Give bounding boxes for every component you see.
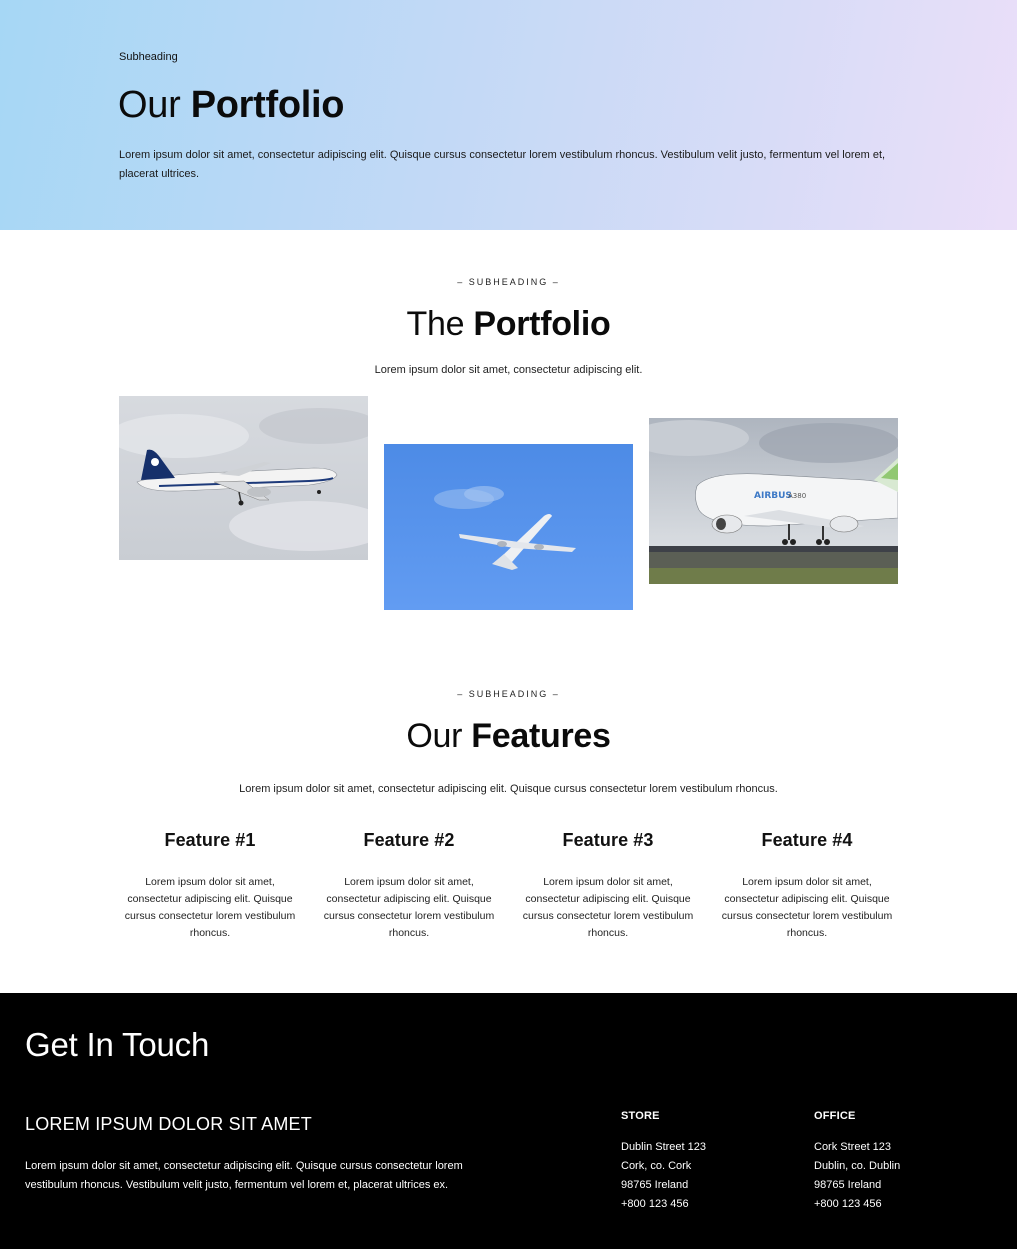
store-address: STORE Dublin Street 123 Cork, co. Cork 9… xyxy=(621,1110,801,1214)
store-line-city: Cork, co. Cork xyxy=(621,1160,692,1172)
portfolio-title: The Portfolio xyxy=(0,305,1017,344)
features-title: Our Features xyxy=(0,717,1017,756)
store-line-postcode: 98765 Ireland xyxy=(621,1179,689,1191)
footer-subtitle: LOREM IPSUM DOLOR SIT AMET xyxy=(25,1114,312,1134)
hero-subheading: Subheading xyxy=(119,51,178,63)
svg-text:A380: A380 xyxy=(788,492,806,500)
feature-title: Feature #3 xyxy=(562,830,654,850)
office-line-postcode: 98765 Ireland xyxy=(814,1179,882,1191)
office-label: OFFICE xyxy=(814,1110,856,1122)
hero-section: Subheading Our Portfolio Lorem ipsum dol… xyxy=(0,0,1017,230)
features-title-light: Our xyxy=(406,717,463,755)
features-kicker: – SUBHEADING – xyxy=(457,689,560,699)
footer-text: Lorem ipsum dolor sit amet, consectetur … xyxy=(25,1160,463,1191)
feature-text: Lorem ipsum dolor sit amet, consectetur … xyxy=(124,876,296,939)
store-line-phone[interactable]: +800 123 456 xyxy=(621,1195,801,1214)
hero-description: Lorem ipsum dolor sit amet, consectetur … xyxy=(119,149,886,180)
features-title-bold: Features xyxy=(471,717,611,755)
store-label: STORE xyxy=(621,1110,660,1122)
airplane-photo-1 xyxy=(119,396,368,560)
office-line-street: Cork Street 123 xyxy=(814,1141,892,1153)
hero-title-bold: Portfolio xyxy=(190,84,345,126)
feature-text: Lorem ipsum dolor sit amet, consectetur … xyxy=(522,876,694,939)
office-line-phone[interactable]: +800 123 456 xyxy=(814,1195,994,1214)
portfolio-image-1[interactable] xyxy=(119,396,368,560)
feature-text: Lorem ipsum dolor sit amet, consectetur … xyxy=(721,876,893,939)
portfolio-description: Lorem ipsum dolor sit amet, consectetur … xyxy=(374,364,643,376)
feature-card-2: Feature #2 Lorem ipsum dolor sit amet, c… xyxy=(319,830,499,942)
feature-title: Feature #4 xyxy=(761,830,853,850)
feature-title: Feature #2 xyxy=(363,830,455,850)
portfolio-title-light: The xyxy=(406,305,465,343)
office-line-city: Dublin, co. Dublin xyxy=(814,1160,901,1172)
portfolio-kicker: – SUBHEADING – xyxy=(457,277,560,287)
feature-title: Feature #1 xyxy=(164,830,256,850)
hero-title: Our Portfolio xyxy=(118,84,345,127)
svg-text:AIRBUS: AIRBUS xyxy=(754,491,792,501)
portfolio-image-2[interactable] xyxy=(384,444,633,610)
hero-title-light: Our xyxy=(118,84,181,126)
feature-card-4: Feature #4 Lorem ipsum dolor sit amet, c… xyxy=(717,830,897,942)
portfolio-title-bold: Portfolio xyxy=(473,305,611,343)
footer-title: Get In Touch xyxy=(25,1026,210,1063)
portfolio-image-3[interactable]: AIRBUS A380 xyxy=(649,418,898,584)
features-description: Lorem ipsum dolor sit amet, consectetur … xyxy=(239,783,778,795)
contact-footer: Get In Touch LOREM IPSUM DOLOR SIT AMET … xyxy=(0,993,1017,1249)
airplane-photo-3: AIRBUS A380 xyxy=(649,418,898,584)
feature-card-1: Feature #1 Lorem ipsum dolor sit amet, c… xyxy=(120,830,300,942)
feature-card-3: Feature #3 Lorem ipsum dolor sit amet, c… xyxy=(518,830,698,942)
store-line-street: Dublin Street 123 xyxy=(621,1141,706,1153)
feature-text: Lorem ipsum dolor sit amet, consectetur … xyxy=(323,876,495,939)
office-address: OFFICE Cork Street 123 Dublin, co. Dubli… xyxy=(814,1110,994,1214)
airplane-photo-2 xyxy=(384,444,633,610)
